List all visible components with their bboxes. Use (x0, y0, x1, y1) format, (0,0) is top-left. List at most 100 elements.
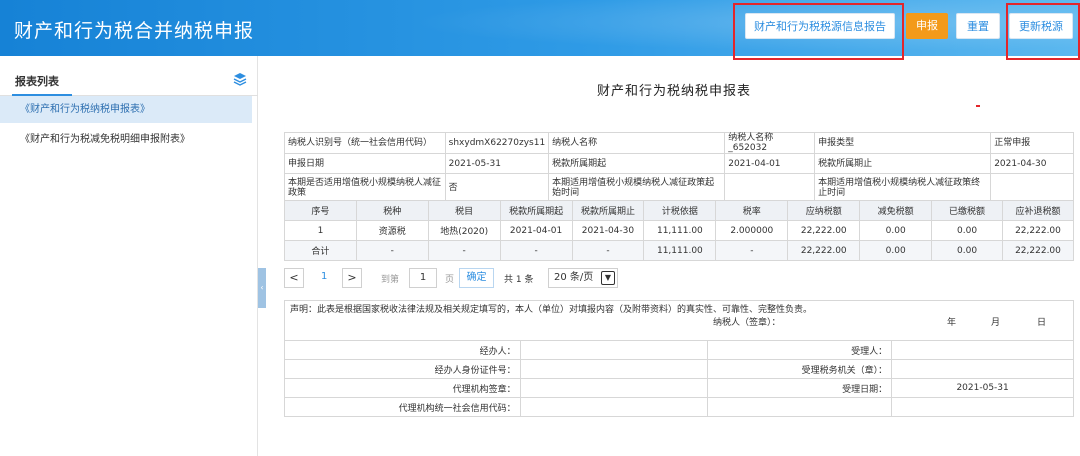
table-cell: 22,222.00 (787, 240, 861, 261)
declare-date-value: 2021-05-31 (444, 153, 550, 174)
table-cell: 22,222.00 (1001, 240, 1075, 261)
page-unit-label: 页 (445, 275, 455, 285)
layers-icon[interactable] (233, 72, 247, 86)
receive-date-label: 受理日期： (707, 378, 893, 398)
pagination: < 1 > 到第 1 页 确定 共 1 条 20 条/页 ▼ (284, 268, 684, 290)
goto-label: 到第 (381, 275, 400, 285)
sidebar: 报表列表 《财产和行为税纳税申报表》 《财产和行为税减免税明细申报附表》 (0, 56, 258, 456)
table-cell: 0.00 (859, 240, 933, 261)
col-header: 税目 (427, 200, 501, 221)
col-header: 减免税额 (859, 200, 933, 221)
col-header: 计税依据 (643, 200, 717, 221)
col-header: 税款所属期起 (499, 200, 573, 221)
table-cell: 2.000000 (715, 220, 789, 241)
chevron-down-icon[interactable]: ▼ (601, 271, 615, 285)
page-size-value: 20 条/页 (554, 272, 594, 283)
main-content: 财产和行为税纳税申报表 纳税人识别号（统一社会信用代码） shxydmX6227… (268, 56, 1080, 456)
top-header: 财产和行为税合并纳税申报 财产和行为税税源信息报告 申报 重置 更新税源 (0, 0, 1080, 56)
period-start-value: 2021-04-01 (724, 153, 816, 174)
table-cell: - (571, 240, 645, 261)
month-label: 月 (991, 318, 1001, 328)
table-cell: 22,222.00 (787, 220, 861, 241)
declare-type-value: 正常申报 (990, 132, 1074, 154)
page-number-input[interactable]: 1 (409, 268, 437, 288)
submit-button[interactable]: 申报 (906, 13, 948, 39)
table-cell: - (355, 240, 429, 261)
agency-seal-value[interactable] (519, 378, 709, 398)
sidebar-item-tax-return[interactable]: 《财产和行为税纳税申报表》 (0, 96, 252, 123)
small-scale-label: 本期是否适用增值税小规模纳税人减征政策 (284, 173, 446, 202)
col-header: 序号 (284, 200, 357, 221)
empty-cell (891, 397, 1074, 417)
agency-credit-code-label: 代理机构统一社会信用代码： (284, 397, 521, 417)
declare-date-label: 申报日期 (284, 153, 446, 174)
table-cell: 11,111.00 (643, 220, 717, 241)
table-cell: 0.00 (931, 240, 1003, 261)
table-cell: 2021-04-01 (499, 220, 573, 241)
col-header: 税种 (355, 200, 429, 221)
col-header: 应纳税额 (787, 200, 861, 221)
table-cell: 地热(2020) (427, 220, 501, 241)
current-page[interactable]: 1 (321, 271, 327, 282)
period-end-label: 税款所属期止 (814, 153, 992, 174)
tax-detail-table: 序号 税种 税目 税款所属期起 税款所属期止 计税依据 税率 应纳税额 减免税额… (284, 200, 1075, 261)
handler-id-value[interactable] (519, 359, 709, 379)
tax-office-label: 受理税务机关（章）： (707, 359, 893, 379)
table-cell: 资源税 (355, 220, 429, 241)
table-cell: 11,111.00 (643, 240, 717, 261)
declare-type-label: 申报类型 (814, 132, 992, 154)
table-cell: - (427, 240, 501, 261)
page-size-select[interactable]: 20 条/页 ▼ (548, 268, 618, 288)
day-label: 日 (1037, 318, 1047, 328)
table-cell: 2021-04-30 (571, 220, 645, 241)
receiver-label: 受理人： (707, 340, 893, 360)
receive-date-value: 2021-05-31 (891, 378, 1074, 398)
table-cell: 0.00 (931, 220, 1003, 241)
tax-office-value[interactable] (891, 359, 1074, 379)
table-cell: 22,222.00 (1001, 220, 1075, 241)
reset-button[interactable]: 重置 (956, 13, 1000, 39)
collapse-sidebar-handle[interactable]: ‹ (258, 268, 266, 308)
col-header: 税率 (715, 200, 789, 221)
period-end-value: 2021-04-30 (990, 153, 1074, 174)
red-marker (976, 105, 980, 107)
taxpayer-name-value: 纳税人名称_652032 (724, 132, 816, 154)
policy-start-label: 本期适用增值税小规模纳税人减征政策起始时间 (548, 173, 726, 202)
taxpayer-name-label: 纳税人名称 (548, 132, 726, 154)
prev-page-button[interactable]: < (284, 268, 304, 288)
handler-label: 经办人： (284, 340, 521, 360)
table-row[interactable]: 1 资源税 地热(2020) 2021-04-01 2021-04-30 11,… (284, 220, 1075, 241)
policy-start-value (724, 173, 816, 202)
col-header: 税款所属期止 (571, 200, 645, 221)
table-cell: 合计 (284, 240, 357, 261)
taxpayer-info-table: 纳税人识别号（统一社会信用代码） shxydmX62270zys11 纳税人名称… (284, 132, 1074, 202)
total-count: 共 1 条 (504, 275, 534, 285)
small-scale-value: 否 (444, 173, 550, 202)
sidebar-header: 报表列表 (0, 66, 258, 96)
receiver-value[interactable] (891, 340, 1074, 360)
table-cell: - (499, 240, 573, 261)
table-header-row: 序号 税种 税目 税款所属期起 税款所属期止 计税依据 税率 应纳税额 减免税额… (284, 200, 1075, 221)
update-tax-source-button[interactable]: 更新税源 (1009, 13, 1073, 39)
tax-source-report-button[interactable]: 财产和行为税税源信息报告 (745, 13, 895, 39)
period-start-label: 税款所属期起 (548, 153, 726, 174)
table-total-row: 合计 - - - - 11,111.00 - 22,222.00 0.00 0.… (284, 240, 1075, 261)
declaration-table: 声明：此表是根据国家税收法律法规及相关规定填写的，本人（单位）对填报内容（及附带… (284, 300, 1074, 417)
declaration-statement-cell: 声明：此表是根据国家税收法律法规及相关规定填写的，本人（单位）对填报内容（及附带… (284, 300, 1074, 341)
sidebar-title: 报表列表 (15, 75, 59, 88)
next-page-button[interactable]: > (342, 268, 362, 288)
handler-value[interactable] (519, 340, 709, 360)
col-header: 应补退税额 (1001, 200, 1075, 221)
table-cell: 0.00 (859, 220, 933, 241)
col-header: 已缴税额 (931, 200, 1003, 221)
agency-seal-label: 代理机构签章： (284, 378, 521, 398)
taxpayer-id-label: 纳税人识别号（统一社会信用代码） (284, 132, 446, 154)
sidebar-item-exemption-schedule[interactable]: 《财产和行为税减免税明细申报附表》 (0, 126, 252, 153)
agency-credit-code-value[interactable] (519, 397, 709, 417)
table-cell: - (715, 240, 789, 261)
taxpayer-id-value: shxydmX62270zys11 (444, 132, 550, 154)
app-title: 财产和行为税合并纳税申报 (14, 20, 255, 42)
year-label: 年 (947, 318, 957, 328)
goto-confirm-button[interactable]: 确定 (459, 268, 494, 288)
form-title: 财产和行为税纳税申报表 (596, 84, 751, 99)
